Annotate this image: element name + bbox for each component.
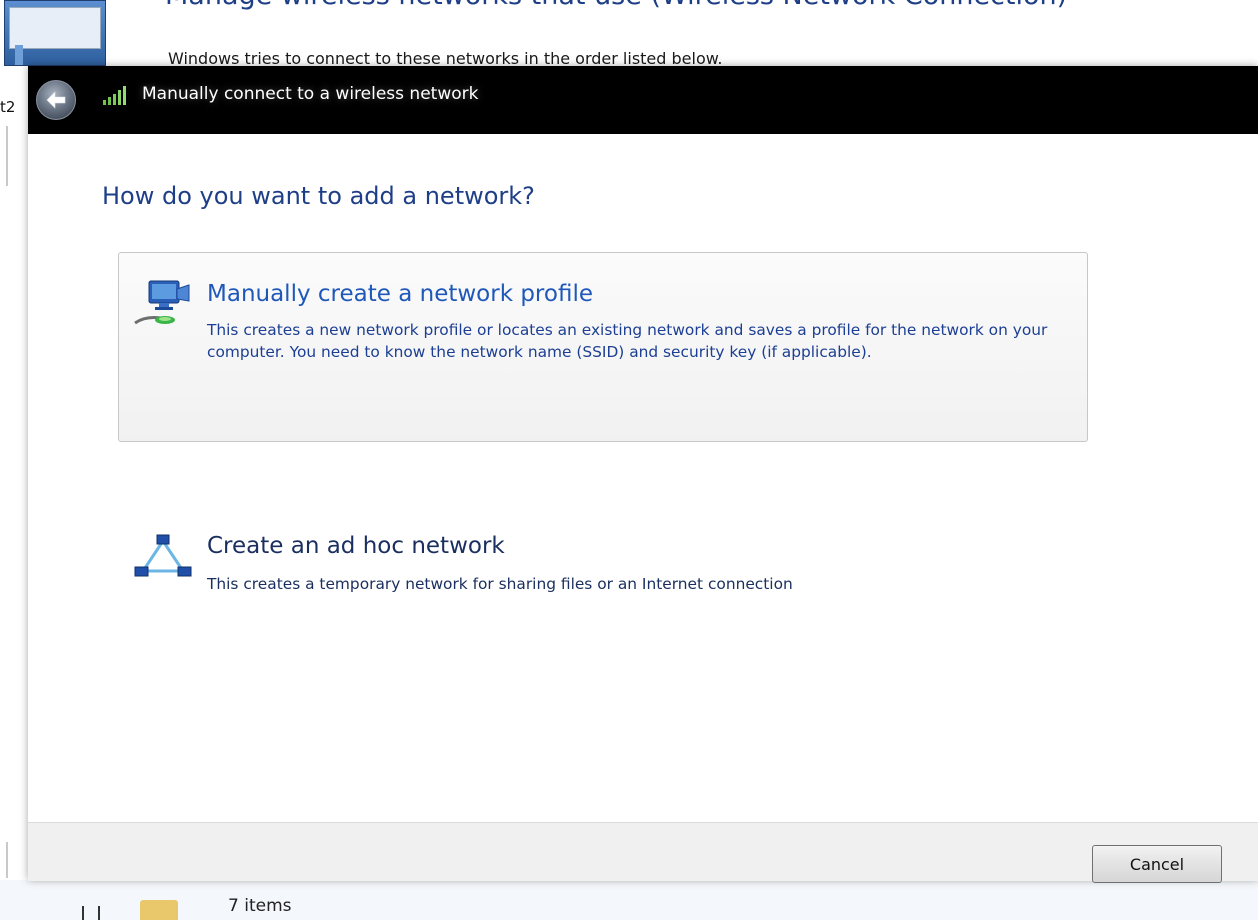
folder-icon [140, 900, 178, 920]
option-manual-profile[interactable]: Manually create a network profile This c… [118, 252, 1088, 442]
option-description: This creates a new network profile or lo… [207, 321, 1048, 361]
background-divider [6, 842, 8, 878]
back-button[interactable] [36, 80, 76, 120]
status-item-count: 7 items [228, 896, 292, 916]
status-divider [98, 906, 100, 920]
option-title[interactable]: Create an ad hoc network [207, 533, 505, 559]
thumbnail-preview [9, 7, 101, 49]
adhoc-network-icon [134, 534, 192, 577]
dialog-titlebar: Manually connect to a wireless network [28, 66, 1258, 134]
background-heading: Manage wireless networks that use (Wirel… [165, 0, 1255, 10]
background-divider [6, 126, 8, 186]
dialog-footer: Cancel [28, 822, 1258, 883]
background-status-bar [0, 880, 1258, 920]
option-description: This creates a temporary network for sha… [207, 575, 793, 593]
wireless-signal-icon [103, 86, 126, 105]
status-divider [82, 906, 84, 920]
connect-wireless-dialog: Manually connect to a wireless network H… [28, 66, 1258, 883]
thumbnail-strip [15, 45, 23, 65]
cancel-button[interactable]: Cancel [1092, 845, 1222, 883]
back-arrow-icon [46, 91, 66, 109]
dialog-prompt: How do you want to add a network? [102, 182, 535, 210]
option-title[interactable]: Manually create a network profile [207, 281, 593, 307]
dialog-title: Manually connect to a wireless network [142, 84, 479, 104]
background-thumbnail [4, 0, 106, 66]
option-adhoc-network[interactable]: Create an ad hoc network This creates a … [118, 504, 1088, 604]
background-left-text: t2 [0, 98, 16, 116]
network-profile-icon [134, 280, 190, 325]
